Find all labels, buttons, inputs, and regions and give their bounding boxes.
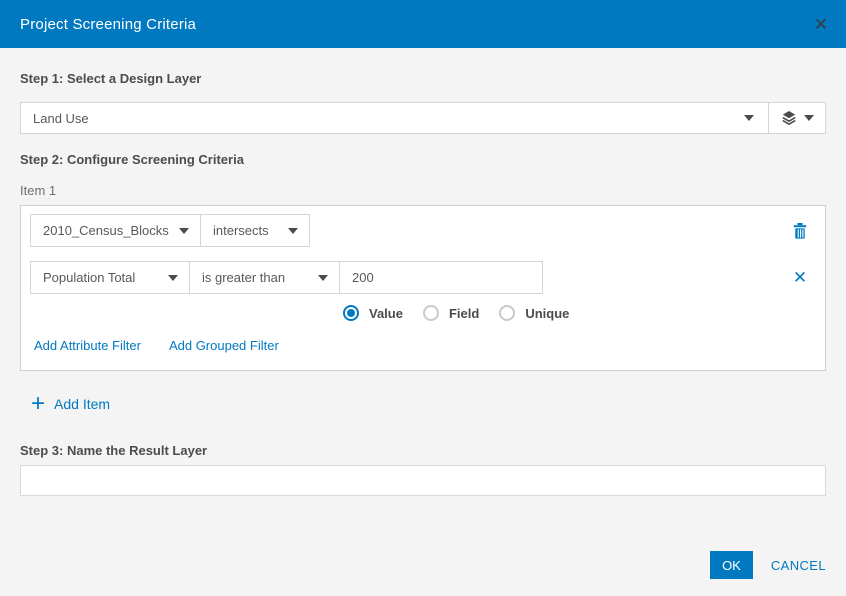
dialog-title: Project Screening Criteria — [20, 15, 197, 33]
filter-operator-value: is greater than — [202, 270, 286, 285]
ok-button[interactable]: OK — [710, 551, 753, 579]
chevron-down-icon — [168, 274, 178, 281]
project-screening-criteria-dialog: Project Screening Criteria ✕ Step 1: Sel… — [0, 0, 846, 596]
plus-icon: + — [31, 390, 46, 417]
filter-operator-select[interactable]: is greater than — [189, 261, 340, 294]
chevron-down-icon — [288, 227, 298, 234]
spatial-operator-value: intersects — [213, 223, 269, 238]
design-layer-select[interactable]: Land Use — [21, 103, 768, 133]
filter-links-row: Add Attribute Filter Add Grouped Filter — [34, 338, 825, 353]
result-layer-name-input[interactable] — [20, 465, 826, 496]
dialog-header: Project Screening Criteria ✕ — [0, 0, 846, 48]
delete-item-button[interactable] — [792, 222, 808, 239]
filter-field-select[interactable]: Population Total — [30, 261, 190, 294]
screening-item-card: 2010_Census_Blocks intersects Population… — [20, 205, 826, 371]
value-type-radio-group: Value Field Unique — [343, 305, 825, 321]
dialog-footer: OK CANCEL — [710, 551, 826, 579]
item-1-label: Item 1 — [20, 183, 57, 198]
screening-selects: 2010_Census_Blocks intersects — [30, 214, 310, 247]
radio-circle-icon — [499, 305, 516, 321]
filter-value-input[interactable] — [339, 261, 543, 294]
cancel-button[interactable]: CANCEL — [771, 558, 826, 573]
radio-circle-icon — [422, 305, 439, 321]
attribute-filter-row: Population Total is greater than ✕ — [21, 261, 825, 294]
radio-value-label: Value — [369, 305, 403, 321]
filter-field-value: Population Total — [43, 270, 136, 285]
remove-filter-icon[interactable]: ✕ — [792, 269, 808, 286]
add-attribute-filter-link[interactable]: Add Attribute Filter — [34, 338, 141, 353]
close-icon[interactable]: ✕ — [814, 16, 828, 33]
screening-row: 2010_Census_Blocks intersects — [21, 214, 825, 247]
radio-unique[interactable]: Unique — [499, 305, 569, 321]
layers-icon — [781, 110, 797, 126]
chevron-down-icon — [744, 115, 754, 121]
dialog-body: Step 1: Select a Design Layer Land Use S… — [0, 71, 846, 496]
radio-circle-icon — [343, 305, 359, 321]
design-layer-value: Land Use — [33, 110, 89, 126]
trash-icon — [793, 222, 807, 239]
chevron-down-icon — [179, 227, 189, 234]
add-item-label: Add Item — [54, 396, 111, 412]
radio-unique-label: Unique — [525, 305, 570, 321]
screening-layer-select[interactable]: 2010_Census_Blocks — [30, 214, 201, 247]
step1-label: Step 1: Select a Design Layer — [20, 71, 202, 86]
screening-layer-value: 2010_Census_Blocks — [43, 223, 169, 238]
design-layer-row: Land Use — [20, 102, 826, 134]
filter-controls: Population Total is greater than — [30, 261, 543, 294]
add-item-button[interactable]: + Add Item — [31, 390, 826, 417]
add-grouped-filter-link[interactable]: Add Grouped Filter — [169, 338, 279, 353]
radio-value[interactable]: Value — [343, 305, 403, 321]
radio-field-label: Field — [448, 305, 480, 321]
step3-label: Step 3: Name the Result Layer — [20, 443, 208, 458]
layer-type-button[interactable] — [768, 103, 825, 133]
spatial-operator-select[interactable]: intersects — [200, 214, 310, 247]
chevron-down-icon — [318, 274, 328, 281]
radio-field[interactable]: Field — [422, 305, 480, 321]
step2-label: Step 2: Configure Screening Criteria — [20, 152, 244, 167]
chevron-down-icon — [803, 115, 814, 121]
